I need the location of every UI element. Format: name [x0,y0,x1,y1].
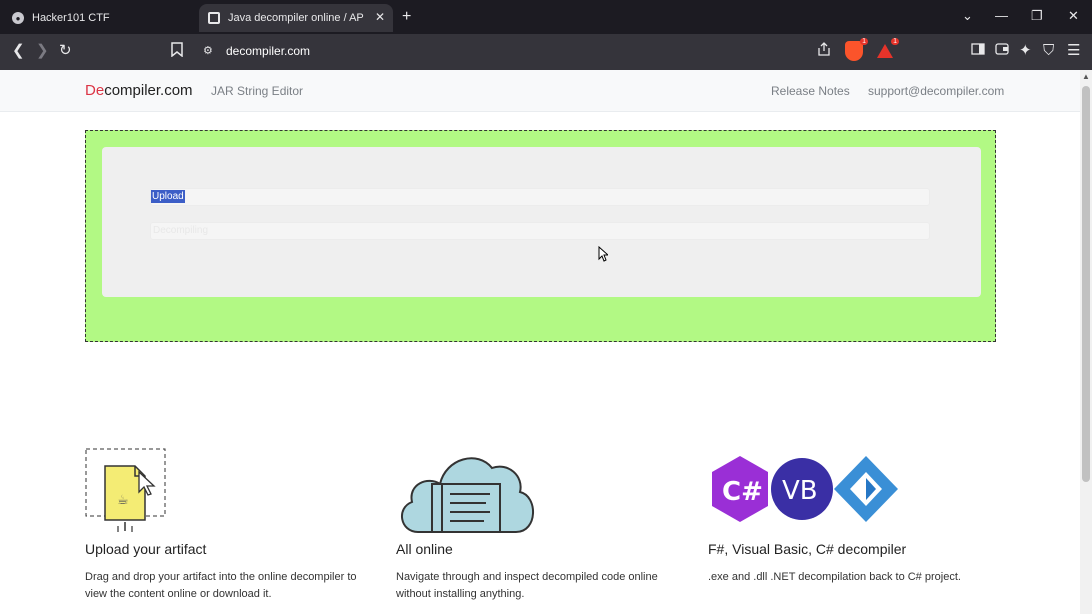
back-icon[interactable]: ❮ [12,42,25,60]
tab-title: Java decompiler online / APK decompiler [228,12,364,24]
leo-ai-icon[interactable]: ✦ [1019,42,1032,60]
feature-heading: Upload your artifact [85,541,207,557]
selected-text: Upload [151,190,185,203]
feature-heading: F#, Visual Basic, C# decompiler [708,541,907,557]
feature-online: All online Navigate through and inspect … [396,446,696,600]
tab-hacker101[interactable]: ● Hacker101 CTF [6,4,196,32]
feature-description: Drag and drop your artifact into the onl… [85,571,357,600]
restore-icon[interactable]: ❐ [1031,8,1043,24]
close-tab-icon[interactable]: ✕ [375,10,385,24]
tab-list-icon[interactable]: ⌄ [962,8,973,24]
tab-decompiler[interactable]: Java decompiler online / APK decompiler … [199,4,393,32]
sidebar-icon[interactable] [971,42,985,60]
address-bar[interactable]: decompiler.com [226,44,310,58]
web-page: Decompiler.com JAR String Editor Release… [0,70,1080,614]
minimize-icon[interactable]: — [995,8,1008,23]
browser-window: ● Hacker101 CTF Java decompiler online /… [0,0,1092,614]
decompile-progress-field[interactable]: Decompiling [150,222,930,240]
tab-strip: ● Hacker101 CTF Java decompiler online /… [0,0,1092,34]
feature-heading: All online [396,541,453,557]
dotnet-languages-icon: C# VB [712,456,898,522]
upload-file-icon: ☕ [85,448,166,532]
vpn-shield-icon[interactable]: ⛉ [1043,42,1054,60]
upload-progress-field[interactable]: Upload [150,188,930,206]
tab-title: Hacker101 CTF [32,12,110,24]
site-navbar: Decompiler.com JAR String Editor Release… [0,70,1080,112]
upload-dropzone[interactable]: Upload Decompiling [85,130,996,342]
new-tab-icon[interactable]: + [402,8,411,26]
scroll-up-icon[interactable]: ▲ [1082,72,1090,81]
mouse-cursor-icon [598,246,608,262]
page-icon [208,12,220,24]
brave-rewards-icon[interactable]: 1 [875,38,899,61]
feature-upload: ☕ Upload your artifact Drag and drop you… [85,446,385,600]
vb-logo-text: VB [782,476,818,506]
cloud-code-icon [401,457,534,533]
nav-support-email[interactable]: support@decompiler.com [868,84,1004,98]
feature-dotnet: C# VB F#, Visual Basic, C# decompiler .e… [708,446,1008,583]
scrollbar-thumb[interactable] [1082,86,1090,482]
nav-jar-string-editor[interactable]: JAR String Editor [211,84,303,98]
browser-toolbar: ❮ ❯ ↻ ⚙ decompiler.com 1 1 ✦ ⛉ ☰ [0,34,1092,70]
feature-description: Navigate through and inspect decompiled … [396,571,658,600]
shields-count: 1 [860,38,868,45]
site-logo[interactable]: Decompiler.com [85,82,193,99]
globe-icon: ● [12,12,24,24]
rewards-count: 1 [891,38,899,45]
decompile-label: Decompiling [153,225,209,236]
page-scrollbar[interactable]: ▲ [1080,70,1092,614]
menu-icon[interactable]: ☰ [1067,42,1080,60]
svg-text:☕: ☕ [117,493,129,508]
site-info-icon[interactable]: ⚙ [203,42,213,60]
brave-shields-icon[interactable]: 1 [845,38,868,61]
wallet-icon[interactable] [995,42,1009,60]
close-window-icon[interactable]: ✕ [1068,8,1079,24]
csharp-logo-text: C# [722,477,763,507]
reload-icon[interactable]: ↻ [59,42,72,60]
share-icon[interactable] [817,42,831,61]
upload-panel: Upload Decompiling [102,147,981,297]
nav-release-notes[interactable]: Release Notes [771,84,850,98]
feature-description: .exe and .dll .NET decompilation back to… [708,571,961,583]
forward-icon[interactable]: ❯ [36,42,49,60]
bookmark-icon[interactable] [171,42,183,62]
